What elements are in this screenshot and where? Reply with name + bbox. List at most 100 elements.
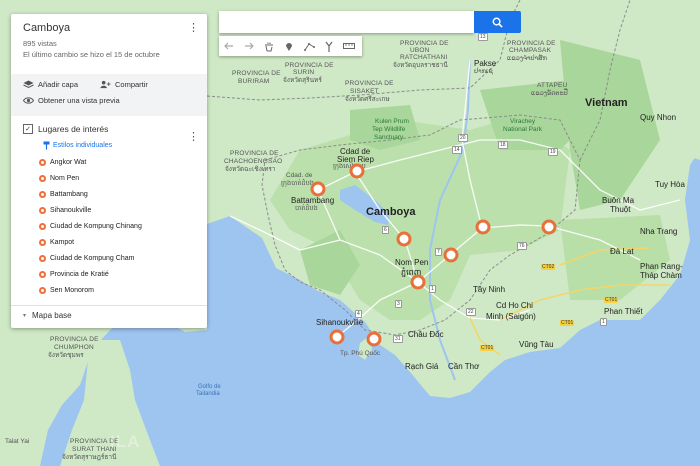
label-champasak-lo: ແຂວງຈຳປາສັກ: [507, 55, 548, 62]
place-marker-icon: [39, 190, 46, 198]
marker-kompung-chinang[interactable]: [396, 231, 412, 247]
directions-icon[interactable]: [319, 36, 339, 56]
marker-kompung-cham[interactable]: [443, 247, 459, 263]
place-marker-icon: [39, 286, 46, 294]
label-ubon-th: จังหวัดอุบลราชธานี: [393, 62, 448, 69]
places-list: Angkor Wat Nom Pen Battambang Sihanoukvi…: [23, 154, 195, 298]
label-champasak-2: CHAMPASAK: [509, 47, 552, 54]
label-pakse: Pakse: [474, 59, 497, 68]
shield-22: 22: [466, 308, 476, 316]
individual-styles-link[interactable]: Estilos individuales: [43, 141, 195, 150]
marker-sihanoukville[interactable]: [329, 329, 345, 345]
add-layer-label: Añadir capa: [38, 80, 79, 89]
chevron-down-icon: ▾: [23, 313, 27, 319]
share-button[interactable]: Compartir: [100, 80, 148, 89]
label-buon-ma: Buôn Ma: [602, 196, 635, 205]
list-item[interactable]: Kampot: [39, 234, 195, 250]
place-marker-icon: [39, 238, 46, 246]
list-item[interactable]: Ciudad de Kompung Chinang: [39, 218, 195, 234]
label-vietnam: Vietnam: [585, 97, 628, 109]
last-change-text: El último cambio se hizo el 15 de octubr…: [23, 50, 160, 59]
label-kulen: Kulen Prum: [375, 118, 409, 125]
share-label: Compartir: [115, 80, 148, 89]
label-chachoengsao-th: จังหวัดฉะเชิงเทรา: [225, 166, 276, 173]
hand-icon[interactable]: [259, 36, 279, 56]
place-marker-icon: [39, 158, 46, 166]
marker-battambang[interactable]: [310, 181, 326, 197]
label-sisaket: PROVINCIA DE: [345, 80, 394, 87]
panel-header: Camboya 895 vistas El último cambio se h…: [11, 14, 207, 74]
map-title[interactable]: Camboya: [23, 22, 195, 34]
ruler-icon[interactable]: [339, 36, 359, 56]
place-label: Ciudad de Kompung Chinang: [50, 222, 142, 230]
place-label: Battambang: [50, 190, 88, 198]
label-sisaket-th: จังหวัดศรีสะเกษ: [345, 96, 390, 103]
place-label: Sihanoukville: [50, 206, 92, 214]
list-item[interactable]: Ciudad de Kompung Cham: [39, 250, 195, 266]
search-button[interactable]: [474, 11, 521, 33]
layer-title[interactable]: Lugares de interés: [38, 124, 108, 134]
label-virachey: Virachey: [510, 118, 536, 125]
layer-section: ✓ Lugares de interés ⋮ Estilos individua…: [11, 124, 207, 298]
undo-icon[interactable]: [219, 36, 239, 56]
label-ho-chi-minh: Cd Ho Chi: [496, 301, 533, 310]
label-can-tho: Cần Thơ: [448, 362, 480, 371]
label-surat-th: จังหวัดสุราษฎร์ธานี: [62, 454, 117, 461]
list-item[interactable]: Nom Pen: [39, 170, 195, 186]
label-battambang: Battambang: [291, 196, 335, 205]
place-marker-icon: [39, 206, 46, 214]
list-item[interactable]: Angkor Wat: [39, 154, 195, 170]
layer-checkbox[interactable]: ✓: [23, 124, 33, 134]
place-marker-icon: [39, 174, 46, 182]
label-sisaket-2: SISAKET: [350, 88, 379, 95]
label-surin-th: จังหวัดสุรินทร์: [283, 77, 322, 84]
label-battambang-above: Cdad. de: [286, 172, 313, 179]
marker-kampot[interactable]: [366, 331, 382, 347]
individual-styles-label: Estilos individuales: [53, 142, 113, 149]
label-kulen-3: Sanctuary: [374, 134, 404, 141]
layer-header: ✓ Lugares de interés: [23, 124, 195, 134]
shield-7: 7: [435, 248, 442, 256]
marker-nom-pen[interactable]: [410, 274, 426, 290]
list-item[interactable]: Battambang: [39, 186, 195, 202]
list-item[interactable]: Sen Monorom: [39, 282, 195, 298]
label-surin-2: SURIN: [293, 69, 315, 76]
shield-1: 1: [429, 285, 436, 293]
label-da-lat: Đà Lạt: [610, 247, 634, 256]
place-marker-icon: [39, 254, 46, 262]
label-gulf-2: Tailandia: [196, 391, 220, 397]
list-item[interactable]: Sihanoukville: [39, 202, 195, 218]
shield-1b: 1: [600, 318, 607, 326]
label-buon-ma-2: Thuột: [610, 205, 631, 214]
label-attapeu-lo: ແຂວງອັດຕະປື: [531, 90, 568, 97]
label-battambang-km: បាត់ដំបង: [295, 205, 318, 212]
layers-icon: [23, 80, 34, 89]
label-buriram: PROVINCIA DE: [232, 70, 281, 77]
redo-icon[interactable]: [239, 36, 259, 56]
shield-4: 4: [355, 310, 362, 318]
list-item[interactable]: Provincia de Kratié: [39, 266, 195, 282]
shield-ct01: CT01: [604, 297, 619, 303]
base-map-toggle[interactable]: ▾ Mapa base: [23, 311, 72, 320]
marker-icon[interactable]: [279, 36, 299, 56]
marker-sen-monorom[interactable]: [541, 219, 557, 235]
add-layer-button[interactable]: Añadir capa: [23, 80, 78, 89]
eye-icon: [23, 97, 34, 104]
preview-label: Obtener una vista previa: [38, 96, 120, 105]
place-label: Nom Pen: [50, 174, 80, 182]
shield-ct02: CT02: [541, 264, 556, 270]
marker-kratie[interactable]: [475, 219, 491, 235]
divider: [11, 305, 207, 306]
place-label: Angkor Wat: [50, 158, 87, 166]
draw-line-icon[interactable]: [299, 36, 319, 56]
place-marker-icon: [39, 270, 46, 278]
label-chumphon-2: CHUMPHON: [54, 344, 94, 351]
search-input[interactable]: [219, 11, 474, 33]
marker-angkor-wat[interactable]: [349, 163, 365, 179]
label-sihanoukville: Sihanoukville: [316, 318, 364, 327]
layer-more-icon[interactable]: ⋮: [188, 130, 199, 143]
more-vert-icon[interactable]: ⋮: [188, 21, 199, 34]
map-panel: Camboya 895 vistas El último cambio se h…: [11, 14, 207, 328]
place-label: Ciudad de Kompung Cham: [50, 254, 135, 262]
preview-button[interactable]: Obtener una vista previa: [23, 96, 120, 105]
